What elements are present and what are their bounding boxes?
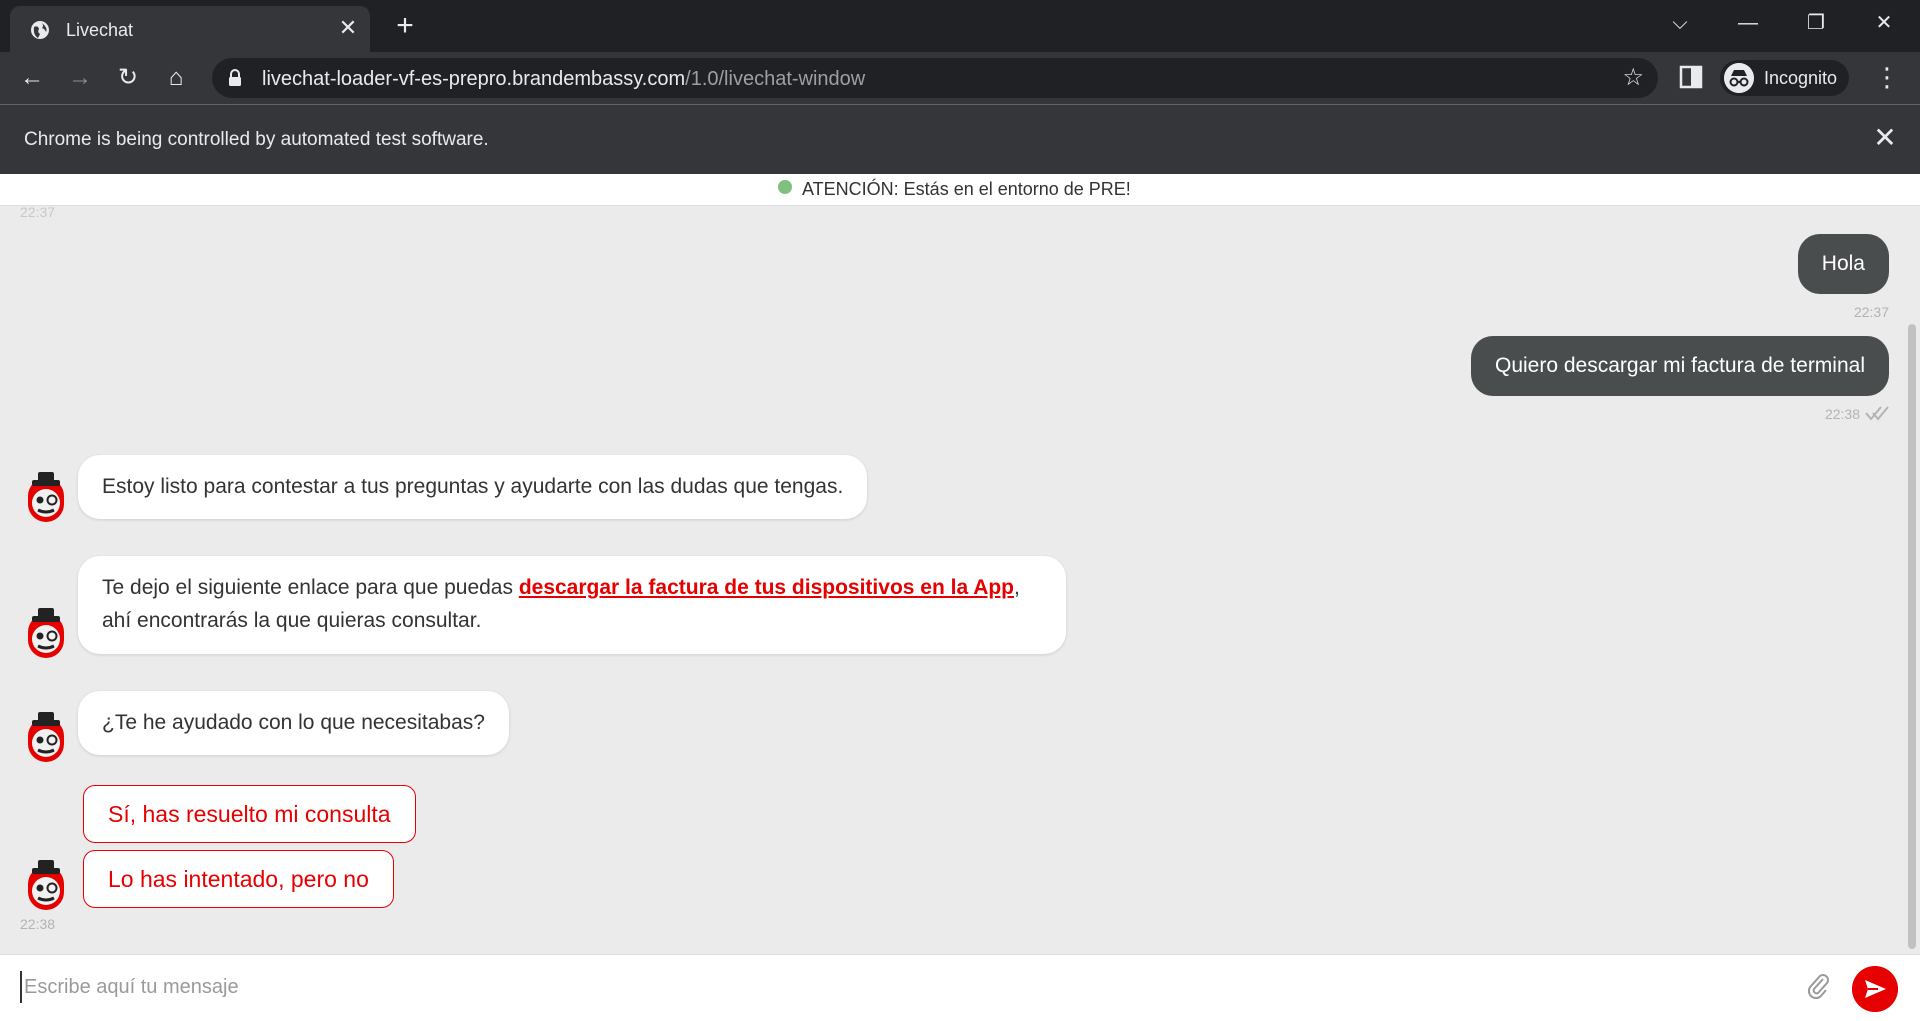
incoming-message: Estoy listo para contestar a tus pregunt…	[78, 455, 868, 519]
livechat-window: ATENCIÓN: Estás en el entorno de PRE! 22…	[0, 174, 1920, 1021]
message-composer	[0, 954, 1920, 1021]
kebab-menu-icon[interactable]: ⋮	[1874, 62, 1900, 94]
outgoing-message: Hola	[1797, 234, 1889, 294]
chevron-down-icon[interactable]: ⌵	[1660, 8, 1700, 38]
incognito-icon	[1724, 63, 1754, 93]
read-receipt-icon	[1865, 406, 1889, 421]
incoming-message: ¿Te he ayudado con lo que necesitabas?	[78, 691, 509, 755]
minimize-icon[interactable]: —	[1728, 8, 1768, 38]
url-text: livechat-loader-vf-es-prepro.brandembass…	[262, 68, 866, 90]
close-icon[interactable]: ✕	[1864, 8, 1904, 38]
message-time: 22:37	[1853, 304, 1889, 320]
timestamp: 22:38	[20, 916, 56, 932]
outgoing-message: Quiero descargar mi factura de terminal	[1471, 336, 1889, 396]
address-bar[interactable]: livechat-loader-vf-es-prepro.brandembass…	[212, 58, 1658, 98]
message-input[interactable]	[20, 971, 1780, 1003]
bot-avatar-icon	[28, 712, 64, 762]
close-icon[interactable]: ✕	[336, 16, 360, 40]
environment-banner: ATENCIÓN: Estás en el entorno de PRE!	[0, 174, 1920, 206]
bot-avatar-icon	[28, 472, 64, 522]
environment-warning: ATENCIÓN: Estás en el entorno de PRE!	[802, 179, 1131, 199]
plus-icon[interactable]: +	[390, 11, 420, 42]
send-icon[interactable]	[1852, 966, 1898, 1012]
side-panel-icon[interactable]	[1678, 64, 1704, 90]
browser-tab[interactable]: Livechat ✕	[10, 6, 370, 52]
quick-reply-yes-button[interactable]: Sí, has resuelto mi consulta	[83, 785, 416, 843]
browser-toolbar: ← → ↻ ⌂ livechat-loader-vf-es-prepro.bra…	[0, 52, 1920, 104]
lock-icon	[229, 69, 241, 86]
close-icon[interactable]: ✕	[1870, 123, 1900, 153]
chat-scrollbar[interactable]	[1908, 324, 1916, 949]
paperclip-icon[interactable]	[1806, 971, 1830, 999]
home-icon[interactable]: ⌂	[160, 62, 192, 94]
tab-title: Livechat	[66, 20, 134, 40]
globe-icon	[31, 21, 49, 39]
star-icon[interactable]: ☆	[1622, 64, 1644, 92]
incoming-message: Te dejo el siguiente enlace para que pue…	[78, 556, 1066, 654]
bot-avatar-icon	[28, 608, 64, 658]
incognito-profile[interactable]: Incognito	[1720, 60, 1850, 96]
restore-icon[interactable]: ❐	[1796, 8, 1836, 38]
automation-infobar: Chrome is being controlled by automated …	[0, 104, 1920, 174]
bot-avatar-icon	[28, 860, 64, 910]
back-icon[interactable]: ←	[16, 62, 48, 94]
status-dot-icon	[778, 180, 792, 194]
timestamp: 22:37	[20, 204, 56, 220]
forward-icon[interactable]: →	[64, 62, 96, 94]
browser-titlebar: Livechat ✕ + ⌵ — ❐ ✕	[0, 0, 1920, 52]
reload-icon[interactable]: ↻	[112, 62, 144, 94]
message-time: 22:38	[1824, 406, 1860, 422]
invoice-download-link[interactable]: descargar la factura de tus dispositivos…	[519, 576, 1014, 599]
profile-label: Incognito	[1764, 67, 1838, 88]
quick-reply-no-button[interactable]: Lo has intentado, pero no	[83, 850, 394, 908]
automation-notice: Chrome is being controlled by automated …	[24, 129, 489, 150]
